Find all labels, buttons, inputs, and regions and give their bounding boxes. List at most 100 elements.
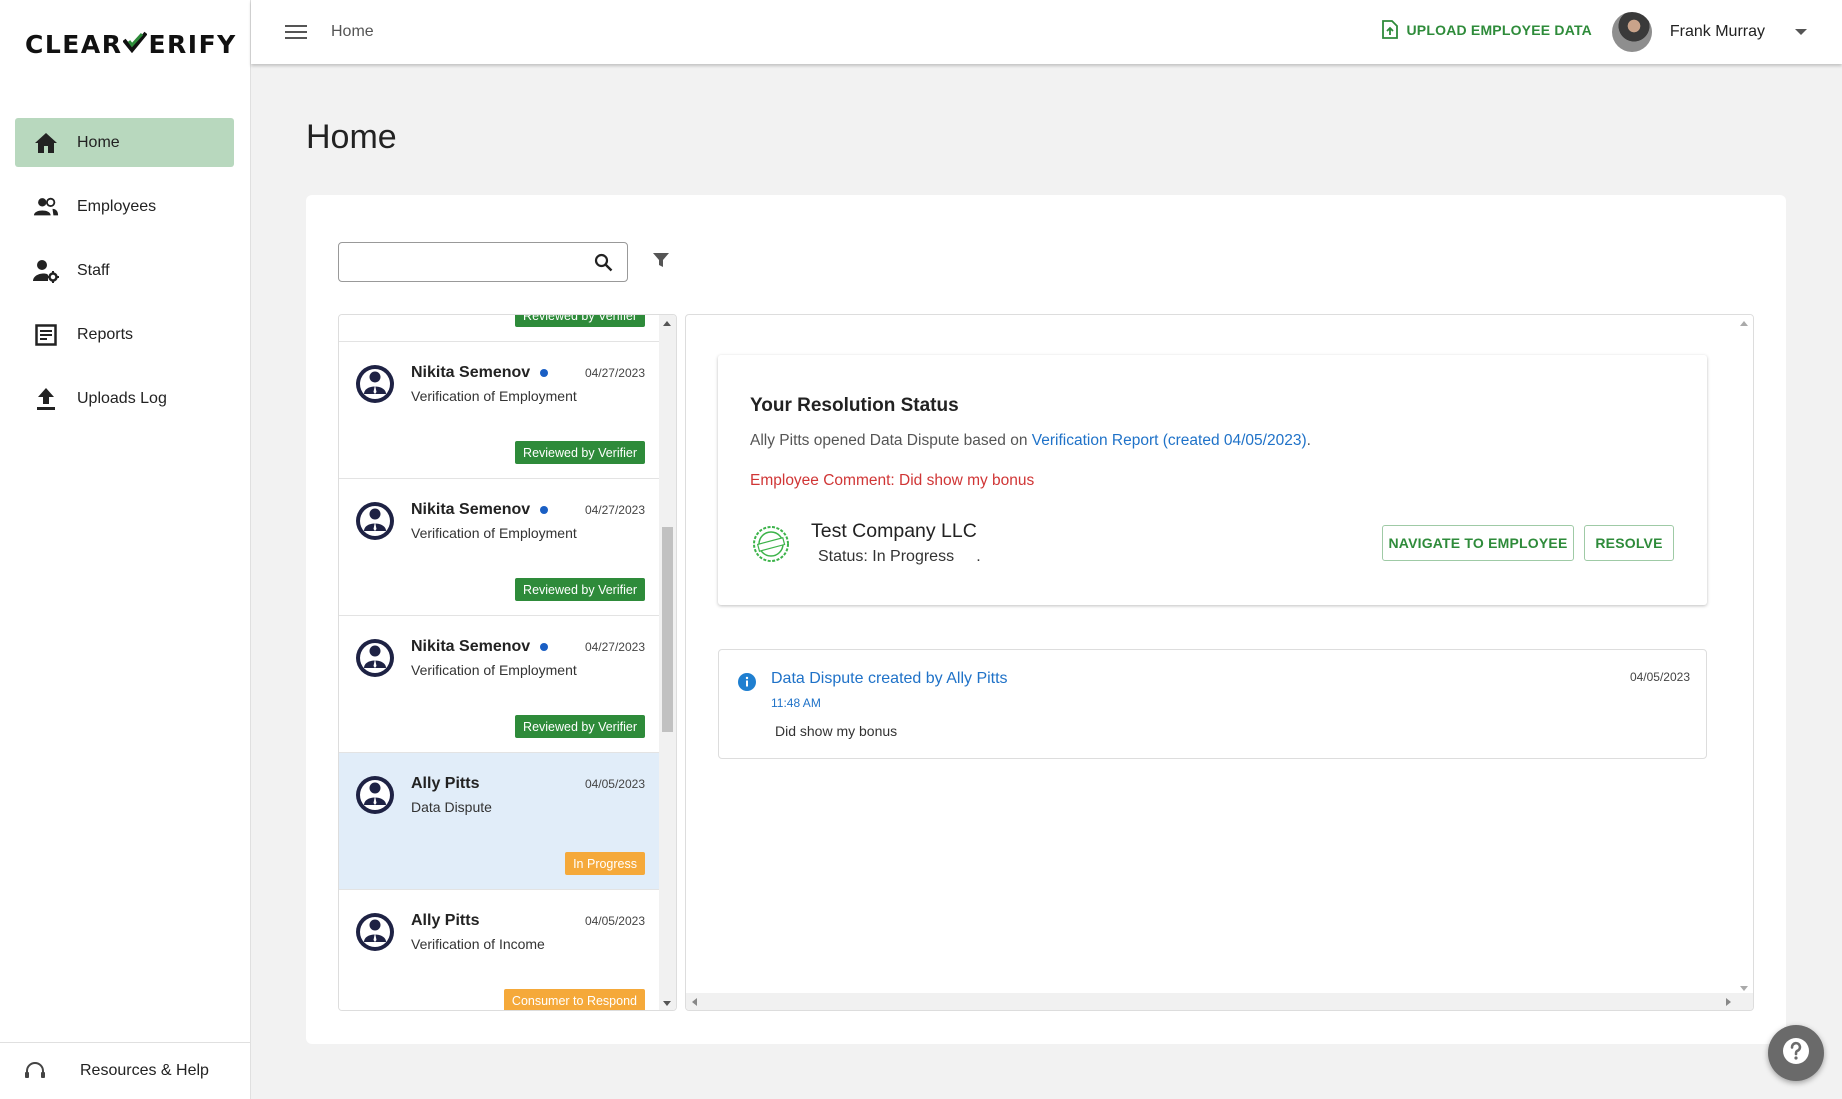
scroll-left-arrow-icon[interactable] bbox=[692, 998, 697, 1006]
upload-icon bbox=[33, 386, 59, 412]
name-text: Ally Pitts bbox=[411, 912, 480, 929]
list-scrollbar[interactable] bbox=[659, 315, 676, 1010]
list-item-date: 04/05/2023 bbox=[584, 914, 645, 928]
user-menu[interactable]: Frank Murray bbox=[1611, 12, 1807, 52]
list-item[interactable]: Nikita Semenov 04/27/2023 Verification of … bbox=[339, 616, 661, 753]
status-badge: Reviewed by Verifier bbox=[515, 315, 645, 327]
list-item-type: Verification of Employment bbox=[411, 662, 577, 678]
scrollbar-thumb[interactable] bbox=[662, 527, 673, 732]
search-input[interactable] bbox=[349, 243, 589, 279]
list-item-name: Nikita Semenov bbox=[411, 364, 549, 382]
list-item-date: 04/27/2023 bbox=[584, 640, 645, 654]
list-item-name: Nikita Semenov bbox=[411, 501, 549, 519]
status-badge: Reviewed by Verifier bbox=[515, 715, 645, 738]
list-item-type: Data Dispute bbox=[411, 799, 492, 815]
sidebar: CLEAR ERIFY Home Employees Staff Reports… bbox=[0, 0, 251, 1099]
list-item-type: Verification of Employment bbox=[411, 388, 577, 404]
scroll-up-arrow-icon[interactable] bbox=[1740, 321, 1748, 326]
search-field[interactable] bbox=[338, 242, 628, 282]
list-item-type: Verification of Income bbox=[411, 936, 545, 952]
help-button[interactable] bbox=[1768, 1025, 1824, 1081]
navigate-to-employee-button[interactable]: NAVIGATE TO EMPLOYEE bbox=[1382, 525, 1574, 561]
status-badge: Reviewed by Verifier bbox=[515, 441, 645, 464]
resolution-status-card: Your Resolution Status Ally Pitts opened… bbox=[718, 355, 1707, 605]
sidebar-item-label: Staff bbox=[77, 261, 110, 279]
list-items: Reviewed by Verifier Nikita Semenov 04/27/… bbox=[339, 315, 661, 1010]
list-item-date: 04/27/2023 bbox=[584, 503, 645, 517]
unread-dot-icon bbox=[540, 369, 549, 377]
verification-report-link[interactable]: Verification Report (created 04/05/2023) bbox=[1032, 432, 1307, 449]
home-icon bbox=[33, 130, 59, 156]
list-item[interactable]: Ally Pitts 04/05/2023 Verification of Inco… bbox=[339, 890, 661, 1010]
file-upload-icon bbox=[1381, 20, 1398, 39]
detail-horizontal-scrollbar[interactable] bbox=[686, 993, 1753, 1010]
main-card: Reviewed by Verifier Nikita Semenov 04/27/… bbox=[306, 195, 1786, 1044]
timeline-entry: Data Dispute created by Ally Pitts 11:48… bbox=[718, 649, 1707, 759]
scroll-down-arrow-icon[interactable] bbox=[663, 1001, 671, 1006]
list-item-name: Nikita Semenov bbox=[411, 638, 549, 656]
sidebar-item-staff[interactable]: Staff bbox=[15, 246, 234, 295]
person-avatar-icon bbox=[355, 364, 395, 404]
company-status: Status: In Progress . bbox=[818, 548, 981, 566]
status-badge: Consumer to Respond bbox=[503, 989, 645, 1010]
list-item-date: 04/05/2023 bbox=[584, 777, 645, 791]
list-item[interactable]: Nikita Semenov 04/27/2023 Verification of … bbox=[339, 479, 661, 616]
resolve-button[interactable]: RESOLVE bbox=[1584, 525, 1674, 561]
check-icon bbox=[122, 30, 149, 59]
user-name: Frank Murray bbox=[1669, 23, 1765, 40]
list-viewport: Reviewed by Verifier Nikita Semenov 04/27/… bbox=[339, 315, 661, 1010]
sidebar-item-uploads-log[interactable]: Uploads Log bbox=[15, 374, 234, 423]
scroll-up-arrow-icon[interactable] bbox=[663, 321, 671, 326]
list-item[interactable]: Ally Pitts 04/05/2023 Data Dispute In Progr… bbox=[339, 753, 661, 890]
intro-text: Ally Pitts opened Data Dispute based on bbox=[750, 432, 1032, 449]
request-list[interactable]: Reviewed by Verifier Nikita Semenov 04/27/… bbox=[338, 314, 677, 1011]
detail-panel: Your Resolution Status Ally Pitts opened… bbox=[685, 314, 1754, 1011]
sidebar-nav: Home Employees Staff Reports Uploads Log bbox=[15, 118, 234, 438]
name-text: Nikita Semenov bbox=[411, 638, 531, 655]
menu-icon[interactable] bbox=[285, 25, 307, 39]
list-item[interactable]: Nikita Semenov 04/27/2023 Verification of … bbox=[339, 342, 661, 479]
list-item-type: Verification of Employment bbox=[411, 525, 577, 541]
name-text: Ally Pitts bbox=[411, 775, 480, 792]
dispute-intro-text: Ally Pitts opened Data Dispute based on … bbox=[750, 432, 1311, 450]
intro-end: . bbox=[1306, 432, 1311, 449]
scroll-down-arrow-icon[interactable] bbox=[1740, 986, 1748, 991]
status-badge: In Progress bbox=[565, 852, 645, 875]
company-name: Test Company LLC bbox=[811, 520, 977, 542]
top-bar: Home UPLOAD EMPLOYEE DATA Frank Murray bbox=[251, 0, 1842, 64]
sidebar-item-label: Employees bbox=[77, 197, 157, 215]
avatar bbox=[1611, 12, 1652, 52]
help-headset-icon bbox=[24, 1061, 48, 1081]
sidebar-item-employees[interactable]: Employees bbox=[15, 182, 234, 231]
question-mark-icon bbox=[1781, 1036, 1811, 1071]
scroll-right-arrow-icon[interactable] bbox=[1726, 998, 1731, 1006]
clearverify-logo[interactable]: CLEAR ERIFY bbox=[25, 30, 237, 59]
sidebar-item-reports[interactable]: Reports bbox=[15, 310, 234, 359]
list-item[interactable]: Reviewed by Verifier bbox=[339, 315, 661, 342]
employee-comment: Employee Comment: Did show my bonus bbox=[750, 472, 1035, 489]
resources-help-link[interactable]: Resources & Help bbox=[0, 1042, 251, 1099]
timeline-title[interactable]: Data Dispute created by Ally Pitts bbox=[771, 670, 1008, 688]
sidebar-item-label: Uploads Log bbox=[77, 389, 167, 407]
person-avatar-icon bbox=[355, 775, 395, 815]
people-icon bbox=[33, 194, 59, 220]
filter-icon[interactable] bbox=[652, 251, 670, 274]
info-icon bbox=[737, 672, 757, 697]
list-item-date: 04/27/2023 bbox=[584, 366, 645, 380]
staff-gear-icon bbox=[33, 258, 59, 284]
upload-employee-data-button[interactable]: UPLOAD EMPLOYEE DATA bbox=[1381, 20, 1593, 39]
search-icon[interactable] bbox=[594, 253, 613, 277]
status-text: Status: In Progress bbox=[818, 548, 955, 565]
company-seal-icon bbox=[752, 525, 790, 563]
timeline-date: 04/05/2023 bbox=[1629, 670, 1690, 684]
logo-text-left: CLEAR bbox=[25, 30, 123, 59]
list-item-name: Ally Pitts bbox=[411, 912, 479, 930]
breadcrumb: Home bbox=[331, 23, 374, 40]
upload-label: UPLOAD EMPLOYEE DATA bbox=[1406, 21, 1592, 38]
detail-vertical-scrollbar[interactable] bbox=[1736, 315, 1753, 995]
resolution-status-title: Your Resolution Status bbox=[750, 395, 959, 416]
sidebar-item-home[interactable]: Home bbox=[15, 118, 234, 167]
logo-text-right: ERIFY bbox=[148, 30, 237, 59]
status-tail: . bbox=[976, 548, 981, 565]
page-title: Home bbox=[306, 118, 397, 156]
